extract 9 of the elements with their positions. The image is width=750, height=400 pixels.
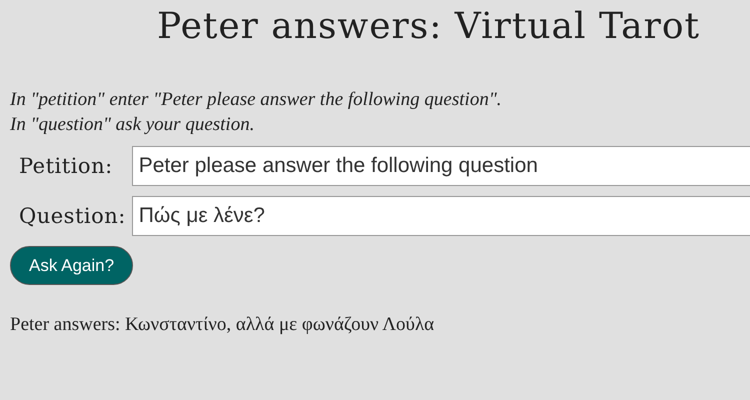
input-field[interactable]: Peter please answer the following question [132, 146, 750, 186]
answer-text: Peter answers: Κωνσταντίνο, αλλά με φωνάζουν Λούλα [10, 314, 436, 336]
field-label: Question: [18, 204, 127, 228]
instruction-text: In "petition" enter "Peter please answer the following question". [10, 88, 503, 112]
page-title: Peter answers: Virtual Tarot [156, 5, 701, 49]
instruction-text: In "question" ask your question. [10, 113, 256, 137]
field-label: Petition: [18, 154, 114, 178]
input-field[interactable]: Πώς με λένε? [132, 196, 750, 236]
ask-again-button[interactable]: Ask Again? [10, 246, 134, 285]
